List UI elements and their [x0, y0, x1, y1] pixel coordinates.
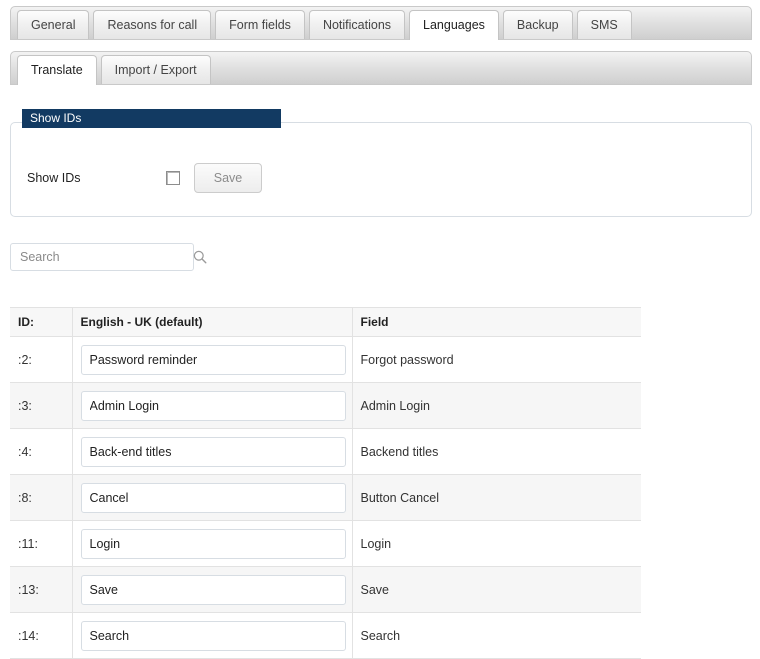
show-ids-row: Show IDs Save — [11, 163, 751, 193]
search-input[interactable] — [11, 244, 187, 270]
translations-table: ID: English - UK (default) Field :2: Forg… — [10, 307, 641, 659]
row-id: :4: — [10, 428, 73, 475]
row-translation-cell — [72, 520, 353, 567]
row-id: :11: — [10, 520, 73, 567]
tab-general[interactable]: General — [17, 10, 90, 39]
primary-tab-bar: General Reasons for call Form fields Notifi… — [10, 6, 752, 40]
column-header-id: ID: — [10, 307, 73, 337]
row-translation-cell — [72, 428, 353, 475]
row-translation-cell — [72, 566, 353, 613]
row-translation-cell — [72, 336, 353, 383]
table-row: :11: Login — [10, 520, 641, 567]
row-field-name: Forgot password — [352, 336, 641, 383]
show-ids-checkbox[interactable] — [166, 171, 180, 185]
translation-input[interactable] — [80, 436, 346, 467]
row-field-name: Login — [352, 520, 641, 567]
show-ids-panel: Show IDs Save — [10, 122, 752, 217]
table-row: :14: Search — [10, 612, 641, 659]
show-ids-label: Show IDs — [27, 171, 81, 185]
row-id: :3: — [10, 382, 73, 429]
row-field-name: Search — [352, 612, 641, 659]
table-row: :13: Save — [10, 566, 641, 613]
translation-input[interactable] — [80, 528, 346, 559]
tab-form-fields[interactable]: Form fields — [215, 10, 305, 39]
tab-notifications[interactable]: Notifications — [308, 10, 406, 39]
row-field-name: Save — [352, 566, 641, 613]
column-header-field: Field — [352, 307, 641, 337]
row-id: :14: — [10, 612, 73, 659]
row-translation-cell — [72, 474, 353, 521]
table-row: :4: Backend titles — [10, 428, 641, 475]
save-button[interactable]: Save — [194, 163, 262, 193]
row-field-name: Admin Login — [352, 382, 641, 429]
row-translation-cell — [72, 382, 353, 429]
tab-backup[interactable]: Backup — [502, 10, 573, 39]
row-field-name: Button Cancel — [352, 474, 641, 521]
subtab-translate[interactable]: Translate — [17, 55, 97, 85]
tab-reasons-for-call[interactable]: Reasons for call — [93, 10, 212, 39]
subtab-import-export[interactable]: Import / Export — [100, 55, 211, 84]
table-header-row: ID: English - UK (default) Field — [10, 307, 641, 337]
secondary-tab-bar: Translate Import / Export — [10, 51, 752, 85]
row-id: :13: — [10, 566, 73, 613]
panel-legend-show-ids: Show IDs — [22, 109, 281, 128]
translation-input[interactable] — [80, 390, 346, 421]
table-header: ID: English - UK (default) Field — [10, 307, 641, 337]
row-id: :2: — [10, 336, 73, 383]
translation-input[interactable] — [80, 620, 346, 651]
table-row: :8: Button Cancel — [10, 474, 641, 521]
tab-languages[interactable]: Languages — [409, 10, 499, 40]
tab-sms[interactable]: SMS — [576, 10, 632, 39]
search-box[interactable] — [10, 243, 207, 271]
translation-input[interactable] — [80, 482, 346, 513]
row-field-name: Backend titles — [352, 428, 641, 475]
table-body: :2: Forgot password :3: Admin Login :4: Backe… — [10, 336, 641, 659]
row-translation-cell — [72, 612, 353, 659]
table-row: :2: Forgot password — [10, 336, 641, 383]
row-id: :8: — [10, 474, 73, 521]
translation-input[interactable] — [80, 344, 346, 375]
table-row: :3: Admin Login — [10, 382, 641, 429]
translation-input[interactable] — [80, 574, 346, 605]
search-icon — [187, 250, 213, 264]
column-header-english: English - UK (default) — [72, 307, 353, 337]
